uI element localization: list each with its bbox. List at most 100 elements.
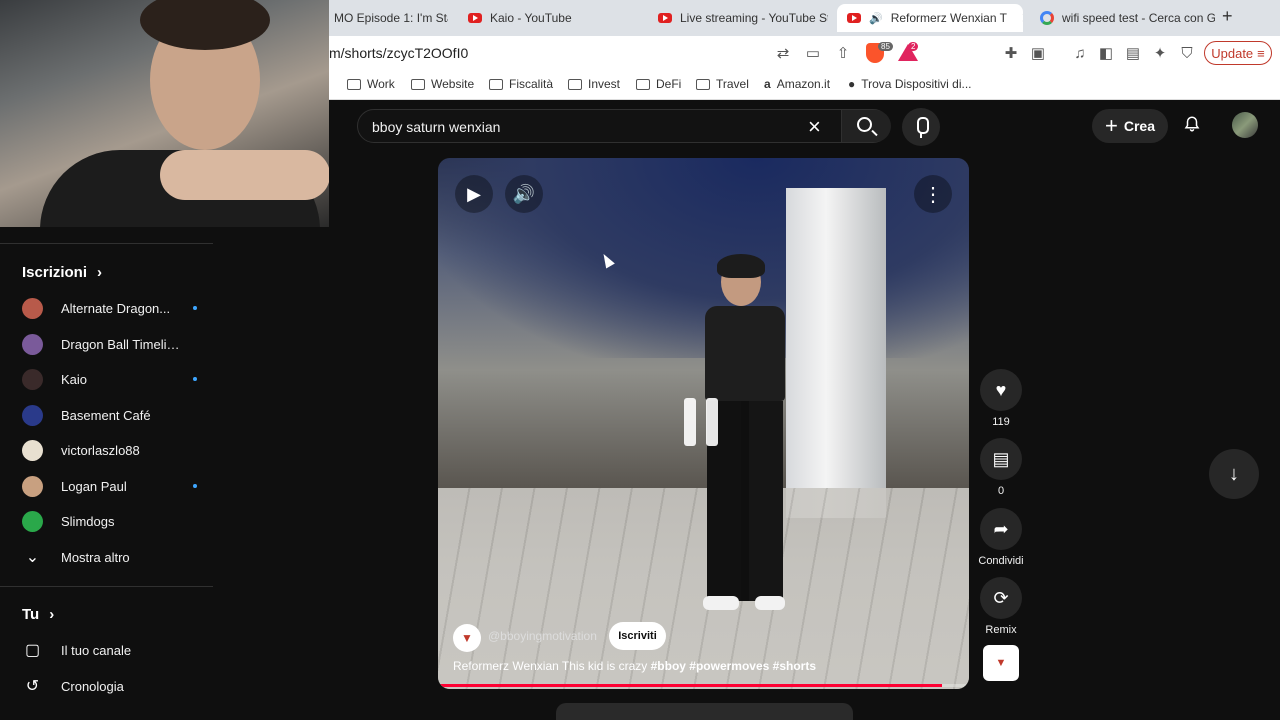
update-label: Update: [1211, 45, 1254, 61]
bookmark-amazon[interactable]: a Amazon.it: [764, 77, 830, 91]
sidebar-item-subscription[interactable]: Slimdogs: [22, 506, 197, 536]
leo-ai-icon[interactable]: ✦: [1151, 44, 1169, 62]
volume-icon[interactable]: 🔊: [505, 175, 543, 213]
bookmark-find-devices[interactable]: ● Trova Dispositivi di...: [848, 77, 972, 91]
address-bar[interactable]: m/shorts/zcycT2OOfI0: [329, 45, 468, 61]
sound-thumbnail[interactable]: ▼: [983, 645, 1019, 681]
search-box[interactable]: bboy saturn wenxian ×: [357, 109, 891, 143]
sidebar-item-your-channel[interactable]: ▢ Il tuo canale: [22, 635, 197, 665]
like-count: 119: [992, 416, 1010, 428]
channel-avatar: [22, 510, 43, 532]
comment-icon[interactable]: ▤: [980, 438, 1022, 480]
create-button[interactable]: + Crea: [1092, 109, 1168, 143]
youtube-icon: [658, 13, 672, 23]
tab-title: Kaio - YouTube: [490, 11, 572, 25]
sidebar-item-subscription[interactable]: victorlaszlo88: [22, 435, 197, 465]
remix-action[interactable]: ⟳ Remix: [980, 577, 1022, 636]
bookmark-invest[interactable]: Invest: [568, 77, 620, 91]
search-icon: [857, 117, 872, 132]
share-icon[interactable]: ⇧: [834, 44, 852, 62]
bookmark-work[interactable]: Work: [347, 77, 395, 91]
pause-icon[interactable]: [684, 398, 724, 446]
channel-avatar: [22, 333, 43, 355]
google-icon: [1040, 11, 1054, 25]
channel-handle[interactable]: @bboyingmotivation: [488, 629, 597, 643]
sidebar-divider: [0, 243, 213, 244]
sidebar-divider: [0, 586, 213, 587]
bookmark-defi[interactable]: DeFi: [636, 77, 681, 91]
chevron-right-icon: ›: [97, 264, 103, 281]
hashtags[interactable]: #bboy #powermoves #shorts: [651, 659, 816, 673]
folder-icon: [636, 78, 650, 90]
sidebar-item-subscription[interactable]: Dragon Ball Timelin...: [22, 329, 197, 359]
tab-title: MO Episode 1: I'm Star: [334, 11, 448, 25]
channel-logo[interactable]: ▼: [453, 624, 481, 652]
notifications-bell-icon[interactable]: [1183, 115, 1201, 133]
channel-icon: ▢: [24, 642, 41, 659]
browser-tab-5[interactable]: wifi speed test - Cerca con G: [1030, 4, 1215, 32]
tab-title: wifi speed test - Cerca con G: [1062, 11, 1215, 25]
like-icon[interactable]: ♥: [980, 369, 1022, 411]
bookmark-travel[interactable]: Travel: [696, 77, 749, 91]
new-tab-button[interactable]: +: [1222, 6, 1233, 27]
remix-label: Remix: [985, 624, 1017, 636]
sidebar-item-history[interactable]: ↺ Cronologia: [22, 671, 197, 701]
you-heading[interactable]: Tu ›: [22, 606, 54, 623]
sidebar-item-subscription[interactable]: Logan Paul: [22, 471, 197, 501]
music-icon[interactable]: ♫: [1071, 44, 1089, 62]
more-options-icon[interactable]: ⋮: [914, 175, 952, 213]
remix-icon[interactable]: ⟳: [980, 577, 1022, 619]
channel-avatar: [22, 404, 43, 426]
search-input[interactable]: bboy saturn wenxian: [372, 119, 500, 135]
channel-avatar: [22, 475, 43, 497]
create-label: Crea: [1123, 118, 1155, 134]
shorts-player[interactable]: ▶ 🔊 ⋮ ▼ @bboyingmotivation Iscriviti Ref…: [438, 158, 969, 689]
next-short-button[interactable]: ↓: [1209, 449, 1259, 499]
voice-search-icon[interactable]: [902, 108, 940, 146]
sidebar-item-subscription[interactable]: Basement Café: [22, 400, 197, 430]
account-avatar[interactable]: [1232, 112, 1258, 138]
comment-action[interactable]: ▤ 0: [980, 438, 1022, 497]
new-content-dot: [193, 484, 197, 488]
subscribe-button[interactable]: Iscriviti: [609, 622, 666, 650]
extensions-icon[interactable]: ✚: [1002, 44, 1020, 62]
share-action[interactable]: ➦ Condividi: [978, 508, 1024, 567]
clear-search-icon[interactable]: ×: [808, 114, 821, 140]
browser-tab-active[interactable]: 🔊 Reformerz Wenxian T ✕: [837, 4, 1023, 32]
progress-bar[interactable]: [438, 684, 969, 687]
search-button[interactable]: [841, 110, 891, 142]
translate-icon[interactable]: ⇄: [774, 44, 792, 62]
share-arrow-icon[interactable]: ➦: [980, 508, 1022, 550]
browser-tab-3[interactable]: Live streaming - YouTube Stu: [648, 4, 828, 32]
video-caption: Reformerz Wenxian This kid is crazy #bbo…: [453, 659, 817, 673]
history-icon: ↺: [25, 678, 40, 695]
comment-count: 0: [997, 485, 1005, 497]
channel-avatar: [22, 297, 43, 319]
show-more-button[interactable]: ⌄ Mostra altro: [22, 542, 197, 572]
apple-icon: ●: [848, 77, 856, 91]
amazon-icon: a: [764, 77, 771, 91]
cast-icon[interactable]: ▭: [804, 44, 822, 62]
update-button[interactable]: Update ≡: [1204, 41, 1272, 65]
next-short-preview[interactable]: [556, 703, 853, 720]
youtube-icon: [468, 13, 482, 23]
sidebar-item-subscription[interactable]: Kaio: [22, 364, 197, 394]
folder-icon: [347, 78, 361, 90]
browser-tab-1[interactable]: MO Episode 1: I'm Star: [324, 4, 448, 32]
channel-avatar: [22, 439, 43, 461]
bookmark-fiscalita[interactable]: Fiscalità: [489, 77, 553, 91]
like-action[interactable]: ♥ 119: [980, 369, 1022, 428]
subscriptions-heading[interactable]: Iscrizioni ›: [22, 264, 102, 281]
new-content-dot: [193, 306, 197, 310]
wallet-icon[interactable]: ▤: [1124, 44, 1142, 62]
vpn-icon[interactable]: ⛉: [1178, 44, 1196, 62]
sidebar-toggle-icon[interactable]: ◧: [1097, 44, 1115, 62]
folder-icon: [411, 78, 425, 90]
browser-tab-2[interactable]: Kaio - YouTube: [458, 4, 644, 32]
reader-icon[interactable]: ▣: [1029, 44, 1047, 62]
sidebar-item-subscription[interactable]: Alternate Dragon...: [22, 293, 197, 323]
bookmark-website[interactable]: Website: [411, 77, 474, 91]
play-icon[interactable]: ▶: [455, 175, 493, 213]
close-icon[interactable]: ✕: [1021, 10, 1023, 27]
audio-icon: 🔊: [869, 12, 883, 25]
